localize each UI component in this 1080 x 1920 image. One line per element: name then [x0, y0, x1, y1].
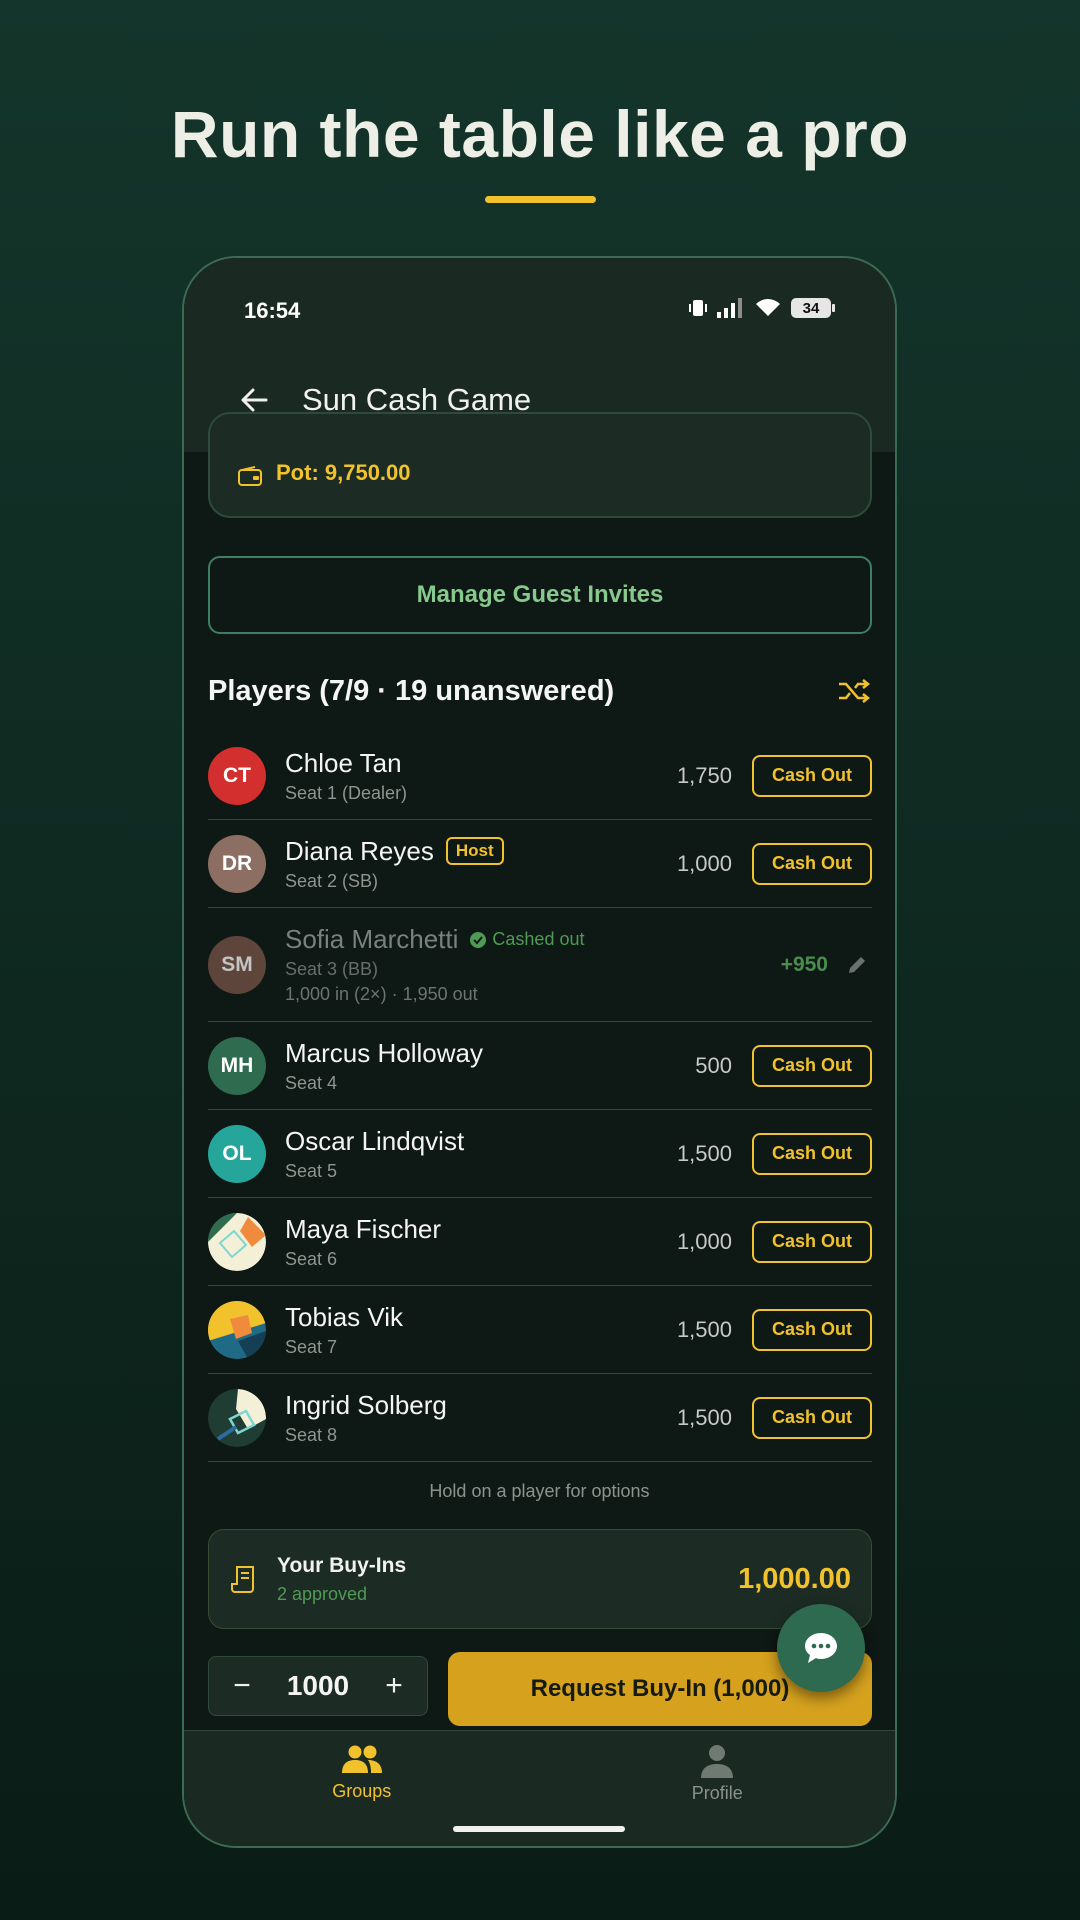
- battery-icon: 34: [791, 298, 835, 318]
- bottom-nav: Groups Profile: [184, 1730, 895, 1846]
- player-seat: Seat 1 (Dealer): [285, 782, 408, 803]
- avatar-image: [208, 1212, 266, 1271]
- player-stack: 1,000: [676, 850, 732, 876]
- hold-hint: Hold on a player for options: [429, 1481, 650, 1501]
- player-name: Sofia Marchetti: [285, 924, 459, 954]
- cash-out-button[interactable]: Cash Out: [752, 1220, 872, 1263]
- cash-out-button[interactable]: Cash Out: [752, 1132, 872, 1175]
- player-row[interactable]: Ingrid Solberg Seat 8 1,500 Cash Out: [208, 1374, 872, 1462]
- increment-button[interactable]: +: [379, 1669, 409, 1703]
- players-list: CT Chloe Tan Seat 1 (Dealer) 1,750 Cash …: [208, 732, 872, 1462]
- home-indicator: [453, 1826, 625, 1832]
- headline-underline: [485, 196, 596, 203]
- wifi-icon: [756, 299, 780, 316]
- status-time: 16:54: [244, 298, 301, 323]
- player-net-gain: +950: [780, 952, 828, 976]
- avatar: OL: [208, 1124, 266, 1183]
- player-seat: Seat 2 (SB): [285, 870, 379, 891]
- cash-out-button[interactable]: Cash Out: [752, 1044, 872, 1087]
- wallet-icon: [238, 466, 262, 486]
- chat-bubble-icon: [805, 1633, 837, 1663]
- host-badge: Host: [445, 837, 504, 865]
- decrement-button[interactable]: −: [227, 1669, 257, 1703]
- pot-label: Pot: 9,750.00: [276, 460, 411, 485]
- player-name: Chloe Tan: [285, 747, 402, 778]
- player-name: Marcus Holloway: [285, 1037, 483, 1068]
- cashed-out-status: Cashed out: [470, 929, 584, 950]
- nav-groups-label: Groups: [332, 1781, 392, 1801]
- players-title: Players (7/9 · 19 unanswered): [208, 674, 615, 707]
- pot-card: Pot: 9,750.00: [208, 412, 872, 518]
- player-stack: 1,500: [676, 1140, 732, 1166]
- buy-ins-card[interactable]: Your Buy-Ins 2 approved 1,000.00: [208, 1529, 872, 1629]
- buy-in-stepper: − 1000 +: [208, 1656, 428, 1716]
- player-buyin-detail: 1,000 in (2×) · 1,950 out: [285, 984, 478, 1004]
- arrow-left-icon: [241, 388, 268, 412]
- nav-profile-label: Profile: [691, 1783, 743, 1803]
- buy-ins-subtitle: 2 approved: [277, 1583, 368, 1604]
- cash-out-button[interactable]: Cash Out: [752, 1396, 872, 1439]
- players-header: Players (7/9 · 19 unanswered): [208, 666, 872, 716]
- manage-guest-invites-button[interactable]: Manage Guest Invites: [208, 556, 872, 634]
- headline: Run the table like a pro: [170, 97, 910, 171]
- player-row[interactable]: DR Diana Reyes Host Seat 2 (SB) 1,000 Ca…: [208, 820, 872, 908]
- signal-icon: [717, 298, 742, 318]
- cash-out-button[interactable]: Cash Out: [752, 842, 872, 885]
- vibrate-icon: [689, 300, 707, 316]
- player-row[interactable]: Maya Fischer Seat 6 1,000 Cash Out: [208, 1198, 872, 1286]
- player-name: Ingrid Solberg: [285, 1389, 447, 1420]
- avatar-image: [208, 1388, 266, 1447]
- player-row[interactable]: OL Oscar Lindqvist Seat 5 1,500 Cash Out: [208, 1110, 872, 1198]
- player-seat: Seat 8: [285, 1424, 338, 1445]
- player-name: Diana Reyes: [285, 835, 434, 866]
- avatar: DR: [208, 834, 266, 893]
- buy-ins-total: 1,000.00: [738, 1562, 851, 1595]
- pencil-icon: [849, 956, 865, 973]
- player-name: Oscar Lindqvist: [285, 1125, 465, 1156]
- buy-ins-title: Your Buy-Ins: [277, 1553, 407, 1577]
- check-circle-icon: [470, 931, 487, 948]
- player-row[interactable]: Tobias Vik Seat 7 1,500 Cash Out: [208, 1286, 872, 1374]
- player-name: Maya Fischer: [285, 1213, 442, 1244]
- player-seat: Seat 5: [285, 1160, 338, 1181]
- person-icon: [701, 1745, 734, 1778]
- shuffle-seats-button[interactable]: [836, 673, 872, 709]
- player-stack: 500: [695, 1052, 732, 1078]
- edit-cashout-button[interactable]: [842, 950, 872, 980]
- player-name: Tobias Vik: [285, 1301, 404, 1332]
- player-stack: 1,500: [676, 1404, 732, 1430]
- player-row[interactable]: CT Chloe Tan Seat 1 (Dealer) 1,750 Cash …: [208, 732, 872, 820]
- player-row[interactable]: SM Sofia Marchetti Cashed out Seat 3 (BB…: [208, 908, 872, 1022]
- player-seat: Seat 4: [285, 1072, 338, 1093]
- avatar: SM: [208, 935, 266, 994]
- battery-level: 34: [791, 298, 831, 318]
- shuffle-icon: [839, 679, 870, 703]
- groups-icon: [341, 1745, 382, 1773]
- chat-fab-button[interactable]: [777, 1604, 865, 1692]
- cash-out-button[interactable]: Cash Out: [752, 754, 872, 797]
- receipt-icon: [231, 1566, 254, 1593]
- phone-frame: 16:54 34 Sun Cash Game Pot: 9,750.00 Man…: [182, 256, 897, 1848]
- status-icons: 34: [689, 298, 835, 318]
- cash-out-button[interactable]: Cash Out: [752, 1308, 872, 1351]
- cashed-out-label: Cashed out: [492, 929, 585, 949]
- status-bar: 16:54 34: [184, 258, 895, 348]
- buy-in-amount[interactable]: 1000: [287, 1670, 349, 1702]
- avatar-image: [208, 1300, 266, 1359]
- avatar: CT: [208, 746, 266, 805]
- player-stack: 1,000: [676, 1228, 732, 1254]
- player-row[interactable]: MH Marcus Holloway Seat 4 500 Cash Out: [208, 1022, 872, 1110]
- player-seat: Seat 3 (BB): [285, 959, 379, 979]
- player-seat: Seat 7: [285, 1336, 338, 1357]
- player-stack: 1,500: [676, 1316, 732, 1342]
- player-seat: Seat 6: [285, 1248, 338, 1269]
- avatar: MH: [208, 1036, 266, 1095]
- player-stack: 1,750: [676, 762, 732, 788]
